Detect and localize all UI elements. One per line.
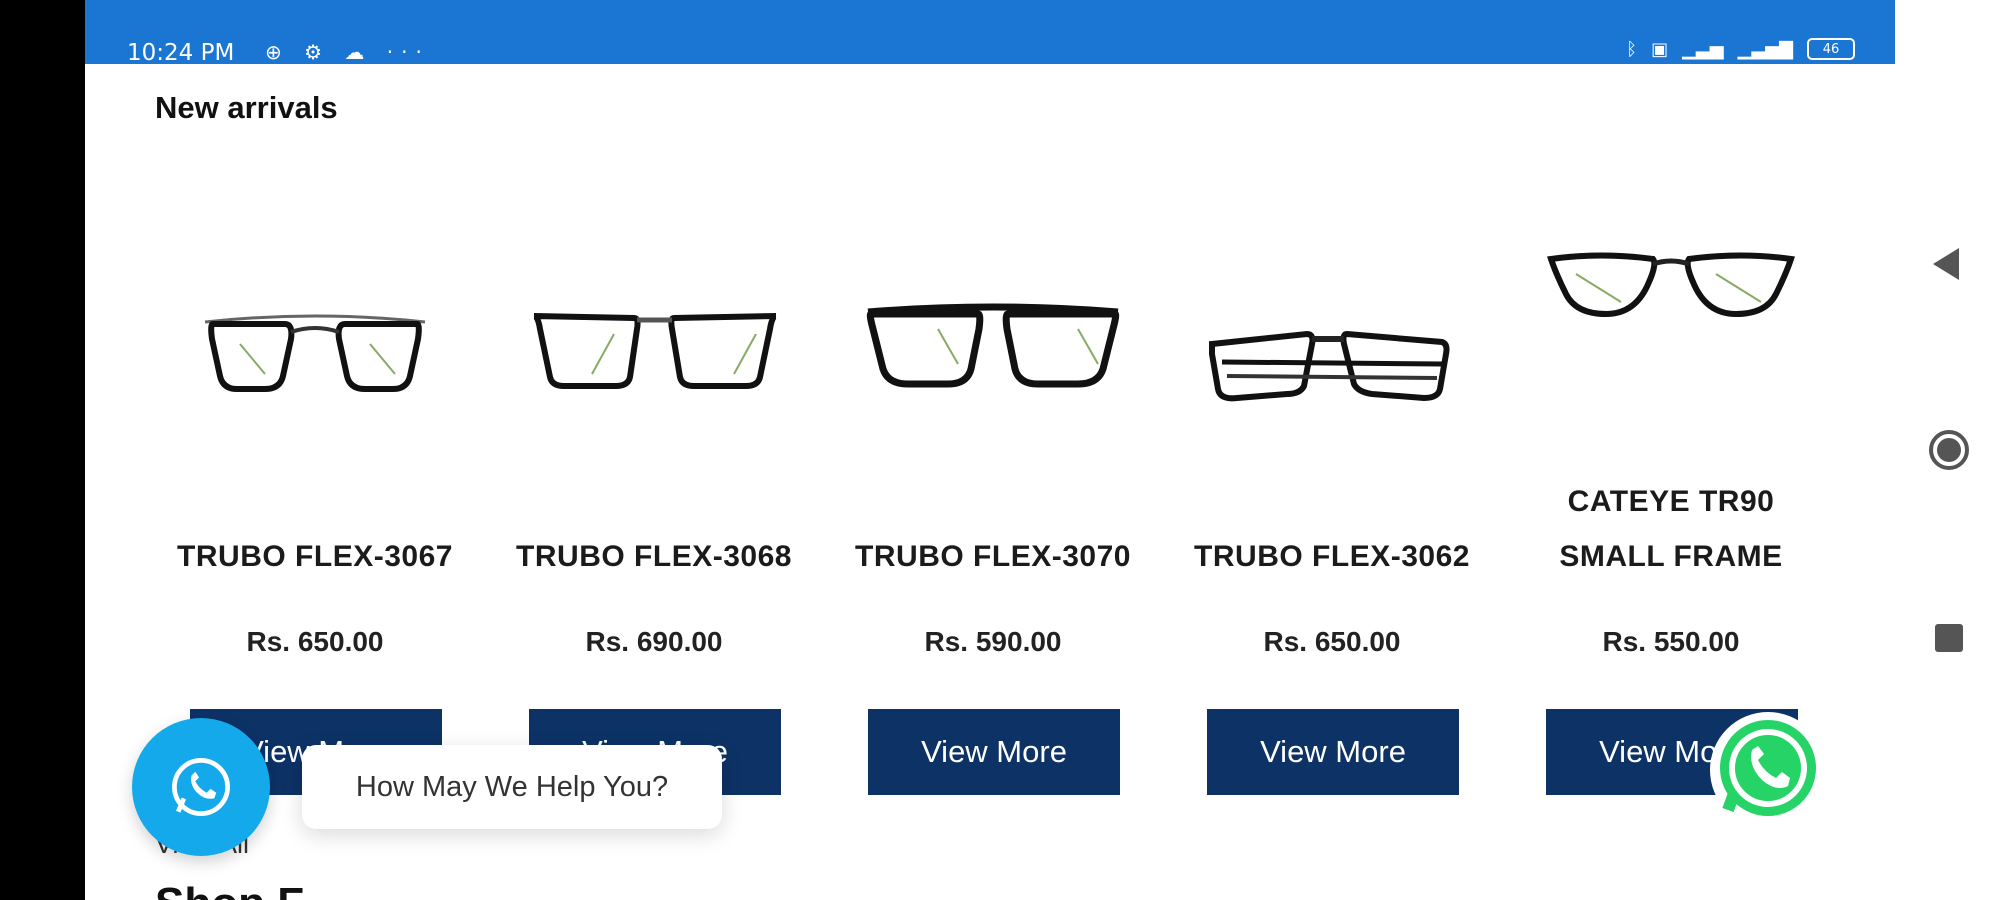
notification-icons: ⊕ ⚙ ☁ ··· [265,40,430,64]
status-bar: 10:24 PM ⊕ ⚙ ☁ ··· ᛒ ▣ ▁▃▅ ▁▃▅▇ 46 [85,0,1895,66]
bluetooth-icon: ᛒ [1626,38,1638,60]
product-price: Rs. 550.00 [1602,626,1740,657]
product-price: Rs. 590.00 [924,626,1062,657]
product-name[interactable]: TRUBO FLEX-3067 [155,529,475,584]
next-section-link[interactable]: ... [1575,884,1597,900]
section-title: New arrivals [155,90,338,125]
product-card: CATEYE TR90 SMALL FRAME Rs. 550.00 View … [1511,194,1831,795]
signal-icon: ▁▃▅▇ [1737,38,1793,60]
navigation-bar [1895,0,2003,900]
product-name-line1[interactable]: CATEYE TR90 [1511,474,1831,529]
status-time: 10:24 PM [127,40,235,66]
whatsapp-floating-button[interactable] [1708,710,1828,830]
device-bezel [0,0,85,900]
back-icon[interactable] [1933,248,1959,280]
view-more-button[interactable]: View More [868,709,1120,795]
battery-icon: 46 [1807,38,1855,60]
whatsapp-icon [172,758,230,816]
product-card: TRUBO FLEX-3067 Rs. 650.00 View More [155,194,475,795]
view-more-button[interactable]: View More [1207,709,1459,795]
whatsapp-icon [1710,712,1826,828]
eyeglasses-folded-icon[interactable] [1182,194,1482,454]
home-icon[interactable] [1929,430,1969,470]
next-section-heading: Shop F [155,879,304,900]
recent-apps-icon[interactable] [1935,624,1963,652]
product-price: Rs. 690.00 [585,626,723,657]
product-card: TRUBO FLEX-3062 Rs. 650.00 View More [1172,194,1492,795]
product-card: TRUBO FLEX-3070 Rs. 590.00 View More [833,194,1153,795]
signal-4g-icon: ▁▃▅ [1682,38,1724,60]
system-icons: ᛒ ▣ ▁▃▅ ▁▃▅▇ 46 [1626,38,1855,60]
eyeglasses-round-icon[interactable] [165,194,465,454]
eyeglasses-square-icon[interactable] [843,194,1143,454]
product-name[interactable]: TRUBO FLEX-3068 [494,529,814,584]
product-name[interactable]: TRUBO FLEX-3070 [833,529,1153,584]
chat-prompt[interactable]: How May We Help You? [302,745,722,829]
eyeglasses-rectangle-icon[interactable] [504,194,804,454]
product-price: Rs. 650.00 [246,626,384,657]
whatsapp-chat-button[interactable] [132,718,270,856]
nfc-icon: ▣ [1651,38,1669,60]
product-price: Rs. 650.00 [1263,626,1401,657]
product-name-line2[interactable]: SMALL FRAME [1511,529,1831,584]
eyeglasses-cateye-icon[interactable] [1521,164,1821,424]
product-name[interactable]: TRUBO FLEX-3062 [1172,529,1492,584]
product-card: TRUBO FLEX-3068 Rs. 690.00 View More [494,194,814,795]
